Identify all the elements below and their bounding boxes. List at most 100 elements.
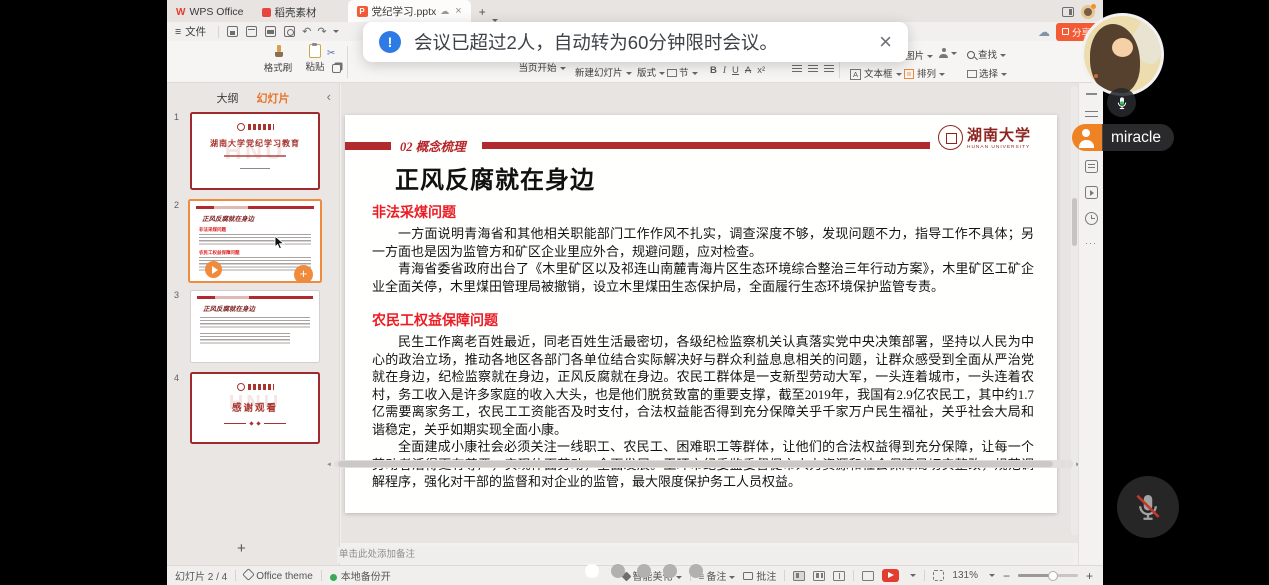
- zoom-slider-thumb[interactable]: [1048, 571, 1058, 581]
- align-center-icon[interactable]: [808, 65, 818, 73]
- superscript-icon[interactable]: x²: [757, 65, 765, 76]
- horizontal-scrollbar[interactable]: ◄ ►: [334, 460, 1073, 468]
- copy-icon[interactable]: [332, 64, 341, 73]
- tab-docer[interactable]: 稻壳素材: [253, 2, 326, 22]
- tab-outline[interactable]: 大纲: [217, 90, 239, 112]
- slide-thumbnail-4[interactable]: HNU 感谢观看: [190, 372, 320, 444]
- zoom-level[interactable]: 131%: [952, 570, 978, 581]
- banner-close-icon[interactable]: ×: [879, 29, 892, 55]
- tab-label: WPS Office: [189, 6, 243, 18]
- placeholder-person-button[interactable]: [939, 48, 957, 59]
- dot[interactable]: [611, 564, 625, 578]
- tab-label: 党纪学习.pptx: [372, 4, 437, 19]
- slide-sorter-view-icon[interactable]: [813, 571, 825, 581]
- presenter-icon[interactable]: [862, 571, 874, 581]
- reading-view-icon[interactable]: [833, 571, 845, 581]
- strikethrough-icon[interactable]: A: [745, 65, 751, 76]
- output-icon[interactable]: [246, 26, 257, 37]
- print-icon[interactable]: [265, 26, 276, 37]
- find-button[interactable]: 查找: [967, 47, 1006, 61]
- more-commands-chevron-icon[interactable]: [333, 30, 339, 33]
- hnu-mini-logo-icon: [192, 383, 318, 391]
- sidebar-toggle-icon[interactable]: [1062, 7, 1074, 17]
- textbox-icon: A: [850, 69, 861, 80]
- notes-placeholder[interactable]: 单击此处添加备注: [337, 547, 1073, 563]
- vertical-scrollbar-thumb[interactable]: [1072, 198, 1077, 246]
- format-painter-button[interactable]: 格式刷: [260, 45, 296, 74]
- dot[interactable]: [637, 564, 651, 578]
- section-heading: 农民工权益保障问题: [372, 310, 1034, 330]
- dot[interactable]: [689, 564, 703, 578]
- comments-panel-icon[interactable]: [1085, 160, 1098, 173]
- zoom-slider[interactable]: [1018, 574, 1078, 577]
- section-button[interactable]: 节: [667, 65, 698, 79]
- new-slide-plus-button[interactable]: +: [237, 540, 246, 557]
- slide-page[interactable]: 02 概念梳理 湖南大学 HUNAN UNIVERSITY 正风反腐就在身边 非…: [345, 115, 1057, 513]
- dot[interactable]: [663, 564, 677, 578]
- zoom-in-button[interactable]: +: [1086, 569, 1093, 583]
- layout-button[interactable]: 版式: [637, 65, 665, 79]
- mute-microphone-button[interactable]: [1117, 476, 1179, 538]
- underline-icon[interactable]: U: [732, 65, 739, 76]
- paragraph-group: [792, 65, 834, 73]
- more-tools-icon[interactable]: ···: [1085, 238, 1097, 248]
- fit-slide-icon[interactable]: [933, 570, 944, 581]
- wps-window: W WPS Office 稻壳素材 P 党纪学习.pptx ☁ × +: [167, 0, 1103, 585]
- align-right-icon[interactable]: [824, 65, 834, 73]
- slide-number: 2: [174, 200, 179, 210]
- mic-active-indicator[interactable]: [1107, 88, 1136, 117]
- chevron-down-icon[interactable]: [910, 574, 916, 577]
- print-preview-icon[interactable]: [284, 26, 295, 37]
- vertical-scrollbar[interactable]: [1071, 86, 1078, 535]
- slide-thumbnail-2-selected[interactable]: 正风反腐就在身边 非法采煤问题 农民工权益保障问题 +: [188, 199, 322, 283]
- info-icon: !: [379, 31, 401, 53]
- editing-canvas[interactable]: 02 概念梳理 湖南大学 HUNAN UNIVERSITY 正风反腐就在身边 非…: [341, 83, 1078, 543]
- chevron-down-icon: [1001, 73, 1007, 76]
- dot-active[interactable]: [585, 564, 599, 578]
- presentation-file-icon: P: [357, 6, 368, 17]
- participant-name-pill[interactable]: miracle: [1072, 124, 1174, 151]
- close-tab-icon[interactable]: ×: [455, 5, 461, 17]
- play-slide-button[interactable]: [205, 261, 222, 278]
- theme-button[interactable]: Office theme: [244, 570, 313, 582]
- tab-slides[interactable]: 幻灯片: [257, 90, 290, 112]
- mini-text-lines: [199, 234, 311, 246]
- undo-icon[interactable]: ↶: [302, 25, 311, 38]
- align-left-icon[interactable]: [792, 65, 802, 73]
- cloud-status-icon[interactable]: ☁: [1038, 25, 1050, 39]
- backup-status[interactable]: 本地备份开: [330, 568, 391, 583]
- new-tab-button[interactable]: +: [479, 5, 486, 19]
- slide-thumbnail-1[interactable]: HNU 湖南大学党纪学习教育: [190, 112, 320, 190]
- textbox-button[interactable]: A文本框: [850, 66, 902, 80]
- add-slide-button[interactable]: +: [294, 265, 313, 283]
- properties-icon[interactable]: [1085, 108, 1098, 121]
- italic-icon[interactable]: I: [723, 66, 726, 76]
- animation-panel-icon[interactable]: [1085, 186, 1098, 199]
- file-menu[interactable]: ≡ 文件: [167, 24, 214, 39]
- tab-wps-office[interactable]: W WPS Office: [167, 2, 253, 22]
- redo-icon[interactable]: ↷: [317, 25, 326, 38]
- chevron-down-icon[interactable]: [989, 574, 995, 577]
- horizontal-scrollbar-thumb[interactable]: [338, 461, 1053, 467]
- save-icon[interactable]: [227, 26, 238, 37]
- select-button[interactable]: 选择: [967, 66, 1007, 80]
- new-slide-button[interactable]: 新建幻灯片: [575, 65, 632, 79]
- zoom-out-button[interactable]: −: [1003, 569, 1010, 583]
- participant-name: miracle: [1102, 124, 1174, 151]
- account-avatar[interactable]: [1081, 5, 1095, 19]
- notes-button[interactable]: ≡备注: [699, 568, 736, 583]
- comments-button[interactable]: 批注: [743, 568, 776, 583]
- normal-view-icon[interactable]: [793, 571, 805, 581]
- slide-title: 正风反腐就在身边: [395, 160, 595, 195]
- participant-avatar[interactable]: [1081, 13, 1164, 96]
- history-icon[interactable]: [1085, 212, 1098, 225]
- bold-icon[interactable]: B: [710, 65, 717, 76]
- tab-presentation-active[interactable]: P 党纪学习.pptx ☁ ×: [348, 0, 471, 22]
- slideshow-play-button[interactable]: [882, 569, 899, 582]
- scroll-left-icon[interactable]: ◄: [326, 462, 332, 468]
- arrange-button[interactable]: 排列: [904, 66, 945, 80]
- cut-icon[interactable]: ✂: [327, 48, 335, 59]
- paste-icon: [309, 44, 321, 58]
- slide-thumbnail-3[interactable]: 正风反腐就在身边: [190, 290, 320, 363]
- collapse-panel-icon[interactable]: ‹: [327, 89, 331, 104]
